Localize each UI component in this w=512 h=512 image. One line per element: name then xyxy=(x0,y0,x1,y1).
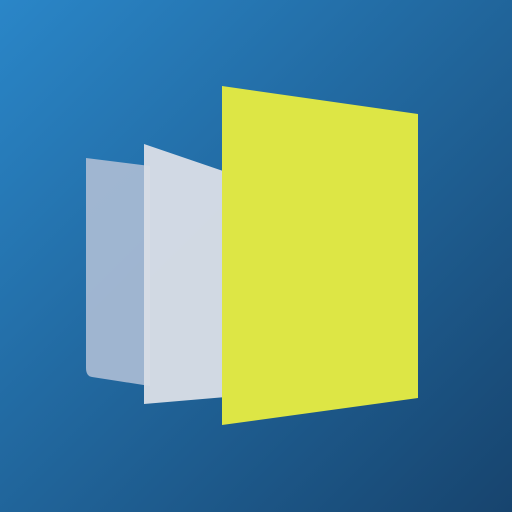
stacked-pages-icon xyxy=(0,0,512,512)
middle-sheet xyxy=(144,144,226,404)
app-icon xyxy=(0,0,512,512)
front-sheet xyxy=(222,86,418,425)
back-sheet xyxy=(86,158,150,386)
